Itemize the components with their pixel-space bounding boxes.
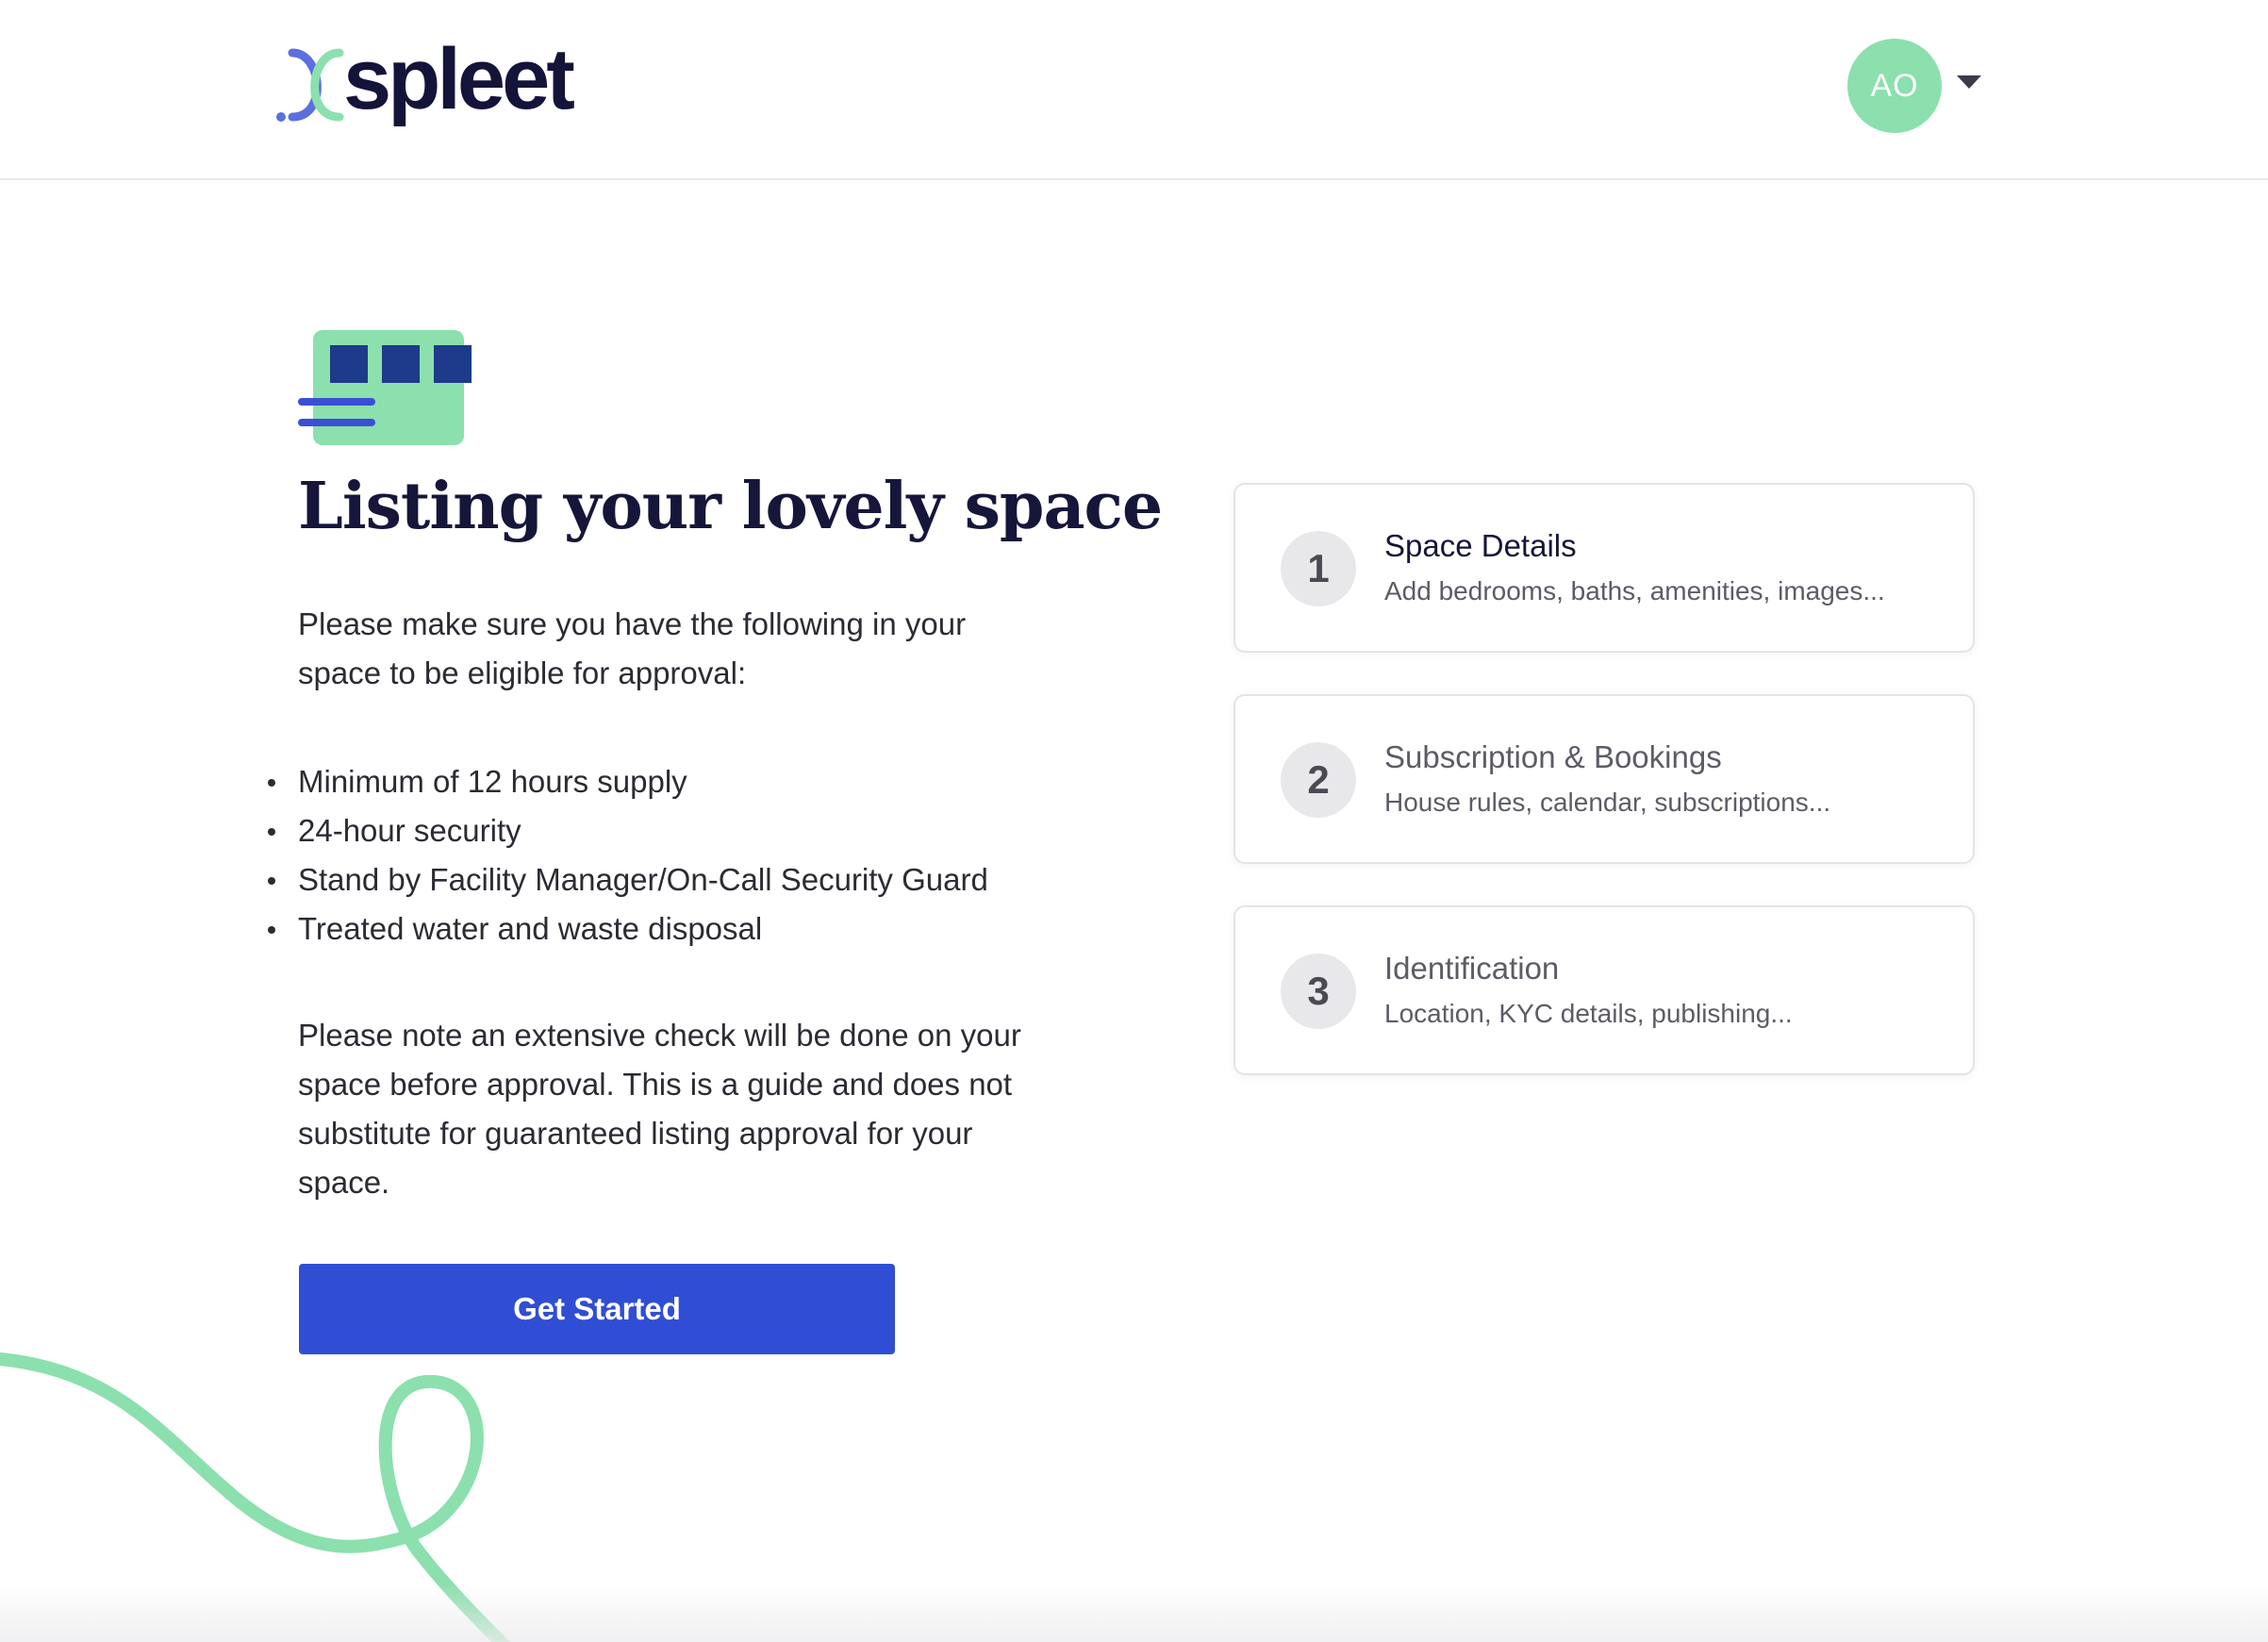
step-number-badge: 2 xyxy=(1281,742,1356,818)
step-subtitle: House rules, calendar, subscriptions... xyxy=(1384,788,1831,817)
footer-fade xyxy=(0,1584,2268,1642)
step-title: Space Details xyxy=(1384,528,1577,563)
requirement-item: Minimum of 12 hours supply xyxy=(268,757,988,806)
listing-card-icon xyxy=(298,330,472,445)
step-card-space-details[interactable]: 1 Space Details Add bedrooms, baths, ame… xyxy=(1233,483,1975,653)
step-title: Identification xyxy=(1384,951,1560,986)
requirement-item: 24-hour security xyxy=(268,806,988,855)
logo-wordmark: spleet xyxy=(343,31,575,127)
intro-text: Please make sure you have the following … xyxy=(298,606,967,690)
step-subtitle: Add bedrooms, baths, amenities, images..… xyxy=(1384,576,1885,605)
spleet-logo[interactable]: spleet xyxy=(273,31,575,132)
step-title: Subscription & Bookings xyxy=(1384,739,1722,774)
step-number-badge: 3 xyxy=(1281,954,1356,1029)
requirements-list: Minimum of 12 hours supply 24-hour secur… xyxy=(268,757,988,954)
step-card-subscription-bookings[interactable]: 2 Subscription & Bookings House rules, c… xyxy=(1233,694,1975,864)
spleet-logo-mark-icon xyxy=(276,48,344,122)
user-avatar[interactable]: AO xyxy=(1847,39,1942,133)
step-subtitle: Location, KYC details, publishing... xyxy=(1384,999,1793,1028)
chevron-down-icon[interactable] xyxy=(1957,75,1981,89)
step-number-badge: 1 xyxy=(1281,531,1356,606)
approval-note: Please note an extensive check will be d… xyxy=(298,1018,1021,1200)
page-title: Listing your lovely space xyxy=(298,469,1163,544)
requirement-item: Stand by Facility Manager/On-Call Securi… xyxy=(268,855,988,904)
top-header: spleet AO xyxy=(0,0,2268,180)
step-card-identification[interactable]: 3 Identification Location, KYC details, … xyxy=(1233,905,1975,1075)
requirement-item: Treated water and waste disposal xyxy=(268,904,988,954)
